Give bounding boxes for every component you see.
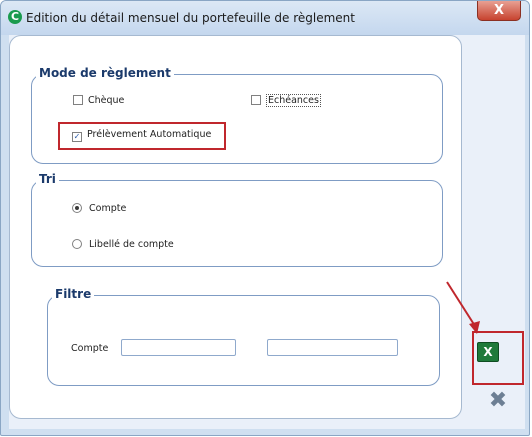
app-logo-icon: C — [8, 10, 22, 24]
radio-libelle-de-compte[interactable]: Libellé de compte — [72, 239, 174, 250]
checkbox-echeances[interactable]: Echéances — [251, 94, 321, 107]
tri-group: Tri Compte Libellé de compte — [31, 172, 443, 267]
dialog-content: Mode de règlement Chèque Echéances ✓ Prél… — [9, 35, 525, 429]
options-panel: Mode de règlement Chèque Echéances ✓ Prél… — [9, 35, 462, 419]
echeances-checkbox-box[interactable] — [251, 95, 261, 105]
cheque-checkbox-box[interactable] — [73, 95, 83, 105]
compte-from-input[interactable] — [121, 339, 236, 356]
compte-radio-label: Compte — [89, 203, 127, 214]
mode-reglement-title: Mode de règlement — [36, 66, 174, 80]
checkbox-cheque[interactable]: Chèque — [73, 95, 124, 106]
cheque-label: Chèque — [88, 95, 125, 106]
prelevement-label: Prélèvement Automatique — [87, 129, 212, 140]
compte-to-input[interactable] — [267, 339, 398, 356]
title-bar: C Edition du détail mensuel du portefeui… — [1, 1, 529, 35]
mode-reglement-group: Mode de règlement Chèque Echéances ✓ Prél… — [31, 66, 443, 164]
compte-radio-circle[interactable] — [72, 203, 82, 213]
filtre-group: Filtre Compte — [47, 287, 440, 386]
excel-export-icon[interactable]: X — [477, 342, 499, 362]
echeances-label: Echéances — [266, 94, 321, 107]
checkbox-prelevement-automatique[interactable]: ✓ Prélèvement Automatique — [72, 129, 211, 142]
dialog-window: C Edition du détail mensuel du portefeui… — [0, 0, 530, 436]
window-title: Edition du détail mensuel du portefeuill… — [26, 11, 355, 25]
compte-filter-label: Compte — [71, 343, 109, 354]
window-close-button[interactable]: X — [477, 1, 521, 21]
tri-title: Tri — [36, 172, 59, 186]
libelle-radio-label: Libellé de compte — [89, 239, 174, 250]
libelle-radio-circle[interactable] — [72, 239, 82, 249]
close-x-icon[interactable]: ✖ — [484, 389, 512, 413]
radio-compte[interactable]: Compte — [72, 203, 126, 214]
filtre-title: Filtre — [52, 287, 95, 301]
prelevement-checkbox-box[interactable]: ✓ — [72, 132, 82, 142]
